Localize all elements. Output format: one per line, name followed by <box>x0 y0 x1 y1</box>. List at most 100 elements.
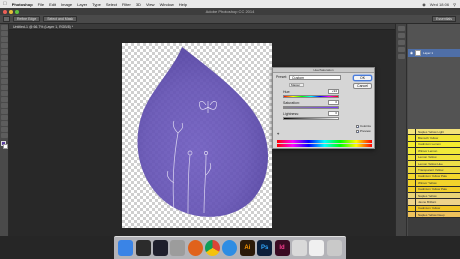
swatch-chip[interactable] <box>408 212 416 218</box>
layers-panel[interactable]: ◉ Layer 1 <box>408 24 460 129</box>
trash-icon[interactable] <box>326 240 342 256</box>
swatch-chip[interactable] <box>408 167 416 173</box>
menu-image[interactable]: Image <box>61 2 72 7</box>
preview-check-icon[interactable]: ✓ <box>356 129 360 133</box>
zoom-window-icon[interactable] <box>15 9 19 14</box>
swatch-chip[interactable] <box>408 205 416 212</box>
safari-icon[interactable] <box>222 240 238 256</box>
menu-edit[interactable]: Edit <box>49 2 56 7</box>
close-window-icon[interactable] <box>3 9 7 14</box>
preset-select[interactable]: Custom <box>289 75 341 80</box>
brush-tool-icon[interactable] <box>1 67 8 72</box>
menu-view[interactable]: View <box>146 2 155 7</box>
pen-tool-icon[interactable] <box>1 103 8 108</box>
visibility-eye-icon[interactable]: ◉ <box>410 51 413 55</box>
lasso-tool-icon[interactable] <box>1 37 8 42</box>
hue-slider[interactable] <box>283 95 339 98</box>
swatch-chip[interactable] <box>408 148 416 154</box>
dodge-tool-icon[interactable] <box>1 97 8 102</box>
layer-name[interactable]: Layer 1 <box>423 51 433 55</box>
quick-select-tool-icon[interactable] <box>1 43 8 48</box>
layer-thumbnail[interactable] <box>415 50 422 56</box>
shape-tool-icon[interactable] <box>1 121 8 126</box>
character-panel-icon[interactable] <box>397 47 405 52</box>
zoom-tool-icon[interactable] <box>1 133 8 138</box>
wifi-icon[interactable]: ◉ <box>422 2 426 7</box>
lightness-slider[interactable] <box>283 117 339 120</box>
menu-file[interactable]: File <box>38 2 44 7</box>
history-panel-icon[interactable] <box>397 26 405 31</box>
path-select-tool-icon[interactable] <box>1 115 8 120</box>
clone-stamp-tool-icon[interactable] <box>1 73 8 78</box>
lightness-value-input[interactable]: 0 <box>328 111 339 116</box>
hand-tool-icon[interactable] <box>1 127 8 132</box>
swatch-chip[interactable] <box>408 173 416 180</box>
itunes-icon[interactable] <box>309 240 325 256</box>
saturation-slider[interactable] <box>283 106 339 109</box>
channel-select[interactable]: Master <box>289 83 304 87</box>
tool-preset-icon[interactable] <box>3 16 10 22</box>
menu-type[interactable]: Type <box>92 2 101 7</box>
swatches-panel[interactable]: Naples Yellow Light Bismuth Yellow Cadmium… <box>408 129 460 236</box>
spotlight-icon[interactable]: ⚲ <box>453 2 456 7</box>
colorize-checkbox[interactable]: ✓ Colorize <box>356 124 371 128</box>
eyedropper-icon[interactable]: ⌖ <box>277 131 279 136</box>
mission-control-icon[interactable] <box>152 240 168 256</box>
document-canvas[interactable] <box>122 43 272 228</box>
preview-checkbox[interactable]: ✓ Preview <box>356 129 371 133</box>
minimize-window-icon[interactable] <box>9 9 13 14</box>
eraser-tool-icon[interactable] <box>1 85 8 90</box>
menu-filter[interactable]: Filter <box>122 2 131 7</box>
healing-tool-icon[interactable] <box>1 61 8 66</box>
swatch-chip[interactable] <box>408 154 416 160</box>
select-mask-button[interactable]: Select and Mask <box>43 16 78 22</box>
history-brush-tool-icon[interactable] <box>1 79 8 84</box>
canvas-area[interactable]: Hue/Saturation Preset: Custom OK Cancel … <box>9 30 395 236</box>
firefox-icon[interactable] <box>187 240 203 256</box>
indesign-icon[interactable]: Id <box>274 240 290 256</box>
saturation-value-input[interactable]: 0 <box>328 100 339 105</box>
swatch-chip[interactable] <box>408 160 416 167</box>
colorize-check-icon[interactable]: ✓ <box>356 124 360 128</box>
ok-button[interactable]: OK <box>353 75 372 81</box>
marquee-tool-icon[interactable] <box>1 31 8 36</box>
swatch-chip[interactable] <box>408 141 416 148</box>
swatch-row[interactable]: Naples Yellow Deep <box>408 212 460 219</box>
hue-value-input[interactable]: +94 <box>328 89 339 94</box>
workspace-switcher[interactable]: Essentials <box>432 16 456 22</box>
illustrator-icon[interactable]: Ai <box>239 240 255 256</box>
launchpad-icon[interactable] <box>170 240 186 256</box>
menu-select[interactable]: Select <box>106 2 117 7</box>
hue-saturation-dialog[interactable]: Hue/Saturation Preset: Custom OK Cancel … <box>272 67 375 149</box>
swatch-chip[interactable] <box>408 186 416 192</box>
eyedropper-tool-icon[interactable] <box>1 55 8 60</box>
menu-layer[interactable]: Layer <box>77 2 87 7</box>
preview-icon[interactable] <box>291 240 307 256</box>
swatch-chip[interactable] <box>408 192 416 199</box>
dashboard-icon[interactable] <box>135 240 151 256</box>
swatch-chip[interactable] <box>408 135 416 141</box>
menu-help[interactable]: Help <box>179 2 187 7</box>
background-color-swatch[interactable] <box>3 144 8 149</box>
swatch-chip[interactable] <box>408 199 416 205</box>
menu-3d[interactable]: 3D <box>136 2 141 7</box>
menu-app-name[interactable]: Photoshop <box>12 2 33 7</box>
menu-window[interactable]: Window <box>160 2 174 7</box>
photoshop-icon[interactable]: Ps <box>257 240 273 256</box>
clock[interactable]: Wed 18:06 <box>430 2 449 7</box>
move-tool-icon[interactable] <box>1 25 8 30</box>
finder-icon[interactable] <box>118 240 134 256</box>
properties-panel-icon[interactable] <box>397 33 405 38</box>
apple-icon[interactable]:  <box>3 1 7 7</box>
paragraph-panel-icon[interactable] <box>397 54 405 59</box>
refine-edge-button[interactable]: Refine Edge <box>13 16 41 22</box>
swatch-chip[interactable] <box>408 180 416 186</box>
swatch-chip[interactable] <box>408 129 416 135</box>
cancel-button[interactable]: Cancel <box>353 83 372 89</box>
crop-tool-icon[interactable] <box>1 49 8 54</box>
type-tool-icon[interactable] <box>1 109 8 114</box>
layer-row[interactable]: ◉ Layer 1 <box>408 49 460 57</box>
chrome-icon[interactable] <box>205 240 221 256</box>
gradient-tool-icon[interactable] <box>1 91 8 96</box>
adjustments-panel-icon[interactable] <box>397 40 405 45</box>
